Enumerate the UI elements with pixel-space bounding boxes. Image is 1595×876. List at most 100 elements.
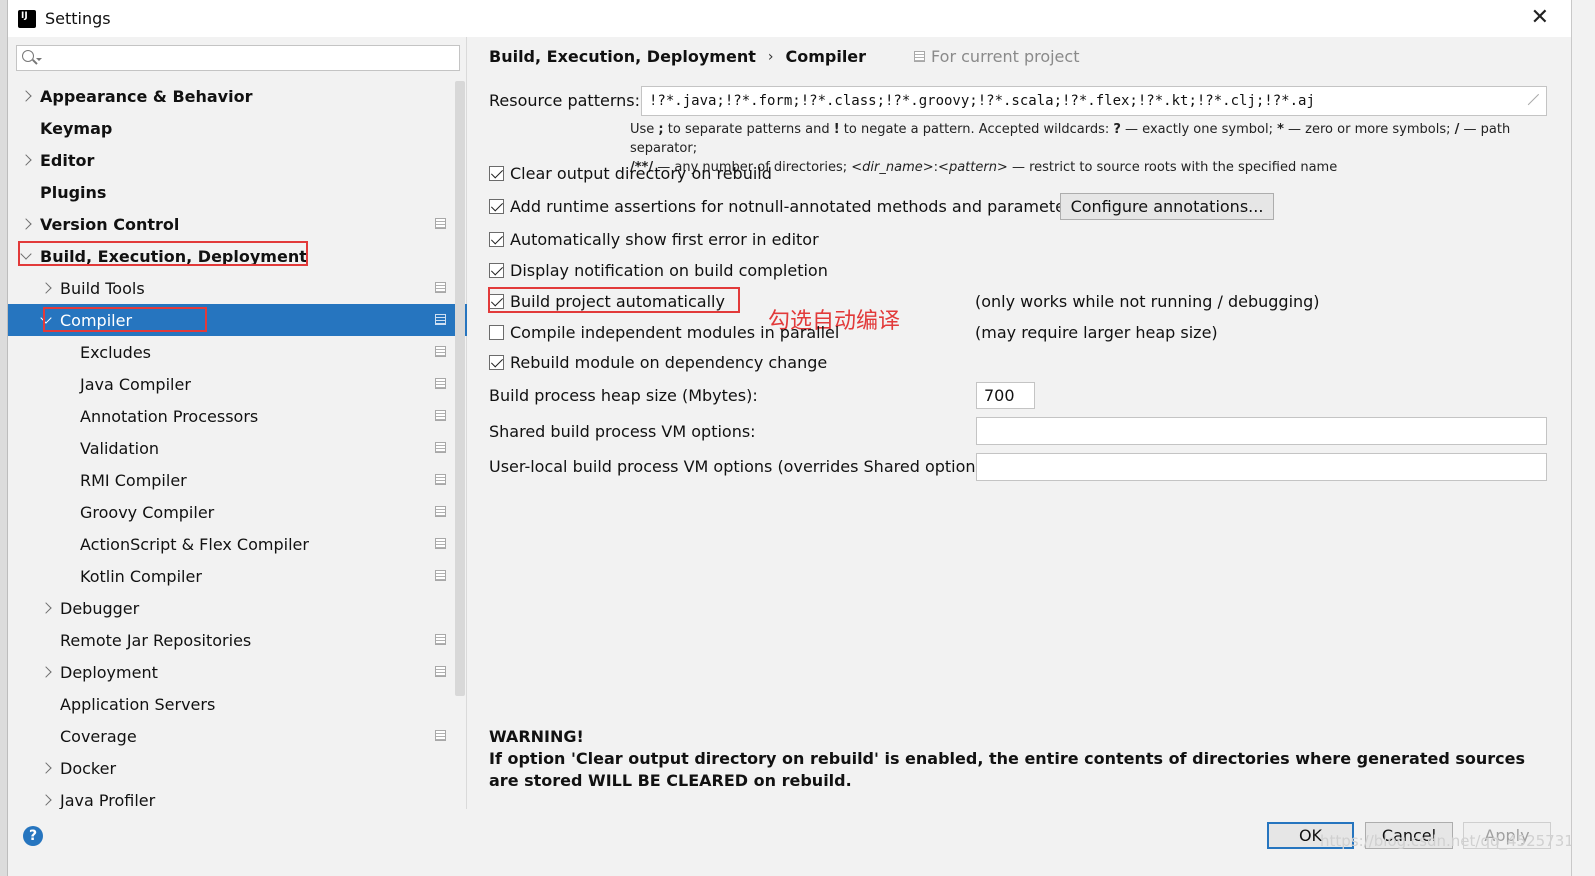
sidebar-item-appearance-behavior[interactable]: Appearance & Behavior xyxy=(8,80,467,112)
sidebar-item-label: Deployment xyxy=(60,662,158,682)
sidebar-item-remote-jar-repositories[interactable]: Remote Jar Repositories xyxy=(8,624,467,656)
sidebar-item-java-compiler[interactable]: Java Compiler xyxy=(8,368,467,400)
settings-sidebar: Appearance & Behavior Keymap Editor Plugins… xyxy=(8,37,467,810)
hint-text: — zero or more symbols; xyxy=(1283,122,1455,137)
chevron-right-icon[interactable] xyxy=(20,218,32,230)
sidebar-item-plugins[interactable]: Plugins xyxy=(8,176,467,208)
clear-output-option[interactable]: Clear output directory on rebuild xyxy=(489,164,772,183)
chevron-right-icon[interactable] xyxy=(40,666,52,678)
display-notification-label: Display notification on build completion xyxy=(510,261,828,280)
sidebar-item-label: RMI Compiler xyxy=(80,470,187,490)
highlight-compiler xyxy=(43,307,207,332)
shared-vm-options-label: Shared build process VM options: xyxy=(489,422,756,441)
project-scope-icon xyxy=(435,346,446,357)
chevron-right-icon[interactable] xyxy=(40,602,52,614)
sidebar-item-label: Build Tools xyxy=(60,278,145,298)
sidebar-item-coverage[interactable]: Coverage xyxy=(8,720,467,752)
sidebar-item-application-servers[interactable]: Application Servers xyxy=(8,688,467,720)
search-input[interactable] xyxy=(45,48,455,68)
heap-size-field[interactable]: 700 xyxy=(976,382,1035,409)
project-scope-icon xyxy=(435,538,446,549)
build-automatically-note: (only works while not running / debuggin… xyxy=(975,292,1320,311)
watermark-text: https://blog.csdn.net/qq_45257319 xyxy=(1320,832,1584,850)
search-dropdown-caret-icon[interactable] xyxy=(36,58,42,61)
sidebar-item-keymap[interactable]: Keymap xyxy=(8,112,467,144)
sidebar-item-label: Version Control xyxy=(40,214,180,234)
scope-label: For current project xyxy=(931,47,1080,66)
compile-parallel-option[interactable]: Compile independent modules in parallel xyxy=(489,323,839,342)
settings-search-box[interactable] xyxy=(16,45,460,71)
close-icon[interactable]: ✕ xyxy=(1531,6,1549,30)
sidebar-item-label: Excludes xyxy=(80,342,152,362)
runtime-assertions-checkbox[interactable] xyxy=(489,199,504,214)
hint-bold: * xyxy=(1277,122,1284,137)
sidebar-item-rmi-compiler[interactable]: RMI Compiler xyxy=(8,464,467,496)
help-icon[interactable]: ? xyxy=(23,826,43,846)
breadcrumb-parent: Build, Execution, Deployment xyxy=(489,47,756,66)
user-vm-options-field[interactable] xyxy=(976,453,1547,481)
sidebar-item-label: Validation xyxy=(80,438,160,458)
sidebar-item-label: Java Profiler xyxy=(60,790,156,810)
project-scope-icon xyxy=(435,410,446,421)
chevron-right-icon[interactable] xyxy=(20,154,32,166)
highlight-build-execution-deployment xyxy=(18,241,308,266)
sidebar-item-label: Editor xyxy=(40,150,95,170)
search-icon xyxy=(22,50,34,62)
chevron-right-icon[interactable] xyxy=(40,762,52,774)
display-notification-option[interactable]: Display notification on build completion xyxy=(489,261,828,280)
settings-tree: Appearance & Behavior Keymap Editor Plugins… xyxy=(8,80,467,816)
show-first-error-checkbox[interactable] xyxy=(489,232,504,247)
settings-dialog: IJ Settings ✕ Appearance & Behavior Keyma… xyxy=(8,0,1583,876)
shared-vm-options-field[interactable] xyxy=(976,417,1547,445)
clear-output-checkbox[interactable] xyxy=(489,166,504,181)
sidebar-item-version-control[interactable]: Version Control xyxy=(8,208,467,240)
sidebar-item-build-tools[interactable]: Build Tools xyxy=(8,272,467,304)
sidebar-item-editor[interactable]: Editor xyxy=(8,144,467,176)
sidebar-item-label: Debugger xyxy=(60,598,140,618)
sidebar-item-label: Docker xyxy=(60,758,117,778)
sidebar-item-actionscript-flex-compiler[interactable]: ActionScript & Flex Compiler xyxy=(8,528,467,560)
hint-text: to separate patterns and xyxy=(663,122,834,137)
sidebar-item-label: Java Compiler xyxy=(80,374,191,394)
heap-size-label: Build process heap size (Mbytes): xyxy=(489,386,758,405)
sidebar-item-validation[interactable]: Validation xyxy=(8,432,467,464)
warning-title: WARNING! xyxy=(489,727,584,746)
show-first-error-option[interactable]: Automatically show first error in editor xyxy=(489,230,819,249)
hint-text: Use xyxy=(630,122,659,137)
runtime-assertions-label: Add runtime assertions for notnull-annot… xyxy=(510,197,1080,216)
sidebar-item-debugger[interactable]: Debugger xyxy=(8,592,467,624)
display-notification-checkbox[interactable] xyxy=(489,263,504,278)
sidebar-item-excludes[interactable]: Excludes xyxy=(8,336,467,368)
user-vm-options-label: User-local build process VM options (ove… xyxy=(489,457,996,476)
rebuild-on-dependency-option[interactable]: Rebuild module on dependency change xyxy=(489,353,827,372)
compile-parallel-checkbox[interactable] xyxy=(489,325,504,340)
sidebar-item-groovy-compiler[interactable]: Groovy Compiler xyxy=(8,496,467,528)
project-scope-icon xyxy=(435,442,446,453)
sidebar-item-label: Appearance & Behavior xyxy=(40,86,253,106)
resource-patterns-value: !?*.java;!?*.form;!?*.class;!?*.groovy;!… xyxy=(649,93,1315,109)
warning-message: WARNING! If option 'Clear output directo… xyxy=(489,726,1549,792)
sidebar-item-kotlin-compiler[interactable]: Kotlin Compiler xyxy=(8,560,467,592)
rebuild-on-dependency-checkbox[interactable] xyxy=(489,355,504,370)
configure-annotations-button[interactable]: Configure annotations... xyxy=(1060,193,1274,220)
sidebar-scrollbar[interactable] xyxy=(455,81,465,696)
compile-parallel-label: Compile independent modules in parallel xyxy=(510,323,840,342)
expand-field-icon[interactable] xyxy=(1526,94,1538,106)
rebuild-on-dependency-label: Rebuild module on dependency change xyxy=(510,353,828,372)
project-scope-icon xyxy=(435,666,446,677)
runtime-assertions-option[interactable]: Add runtime assertions for notnull-annot… xyxy=(489,197,1080,216)
chevron-right-icon[interactable] xyxy=(20,90,32,102)
sidebar-item-label: Annotation Processors xyxy=(80,406,259,426)
project-scope-icon xyxy=(435,730,446,741)
chevron-right-icon[interactable] xyxy=(40,794,52,806)
sidebar-item-label: Keymap xyxy=(40,118,113,138)
hint-italic: <dir_name> xyxy=(851,160,934,175)
sidebar-item-annotation-processors[interactable]: Annotation Processors xyxy=(8,400,467,432)
sidebar-item-deployment[interactable]: Deployment xyxy=(8,656,467,688)
sidebar-item-docker[interactable]: Docker xyxy=(8,752,467,784)
chevron-right-icon[interactable] xyxy=(40,282,52,294)
show-first-error-label: Automatically show first error in editor xyxy=(510,230,819,249)
hint-bold: ? xyxy=(1113,122,1121,137)
project-scope-icon xyxy=(435,282,446,293)
resource-patterns-field[interactable]: !?*.java;!?*.form;!?*.class;!?*.groovy;!… xyxy=(641,86,1547,116)
